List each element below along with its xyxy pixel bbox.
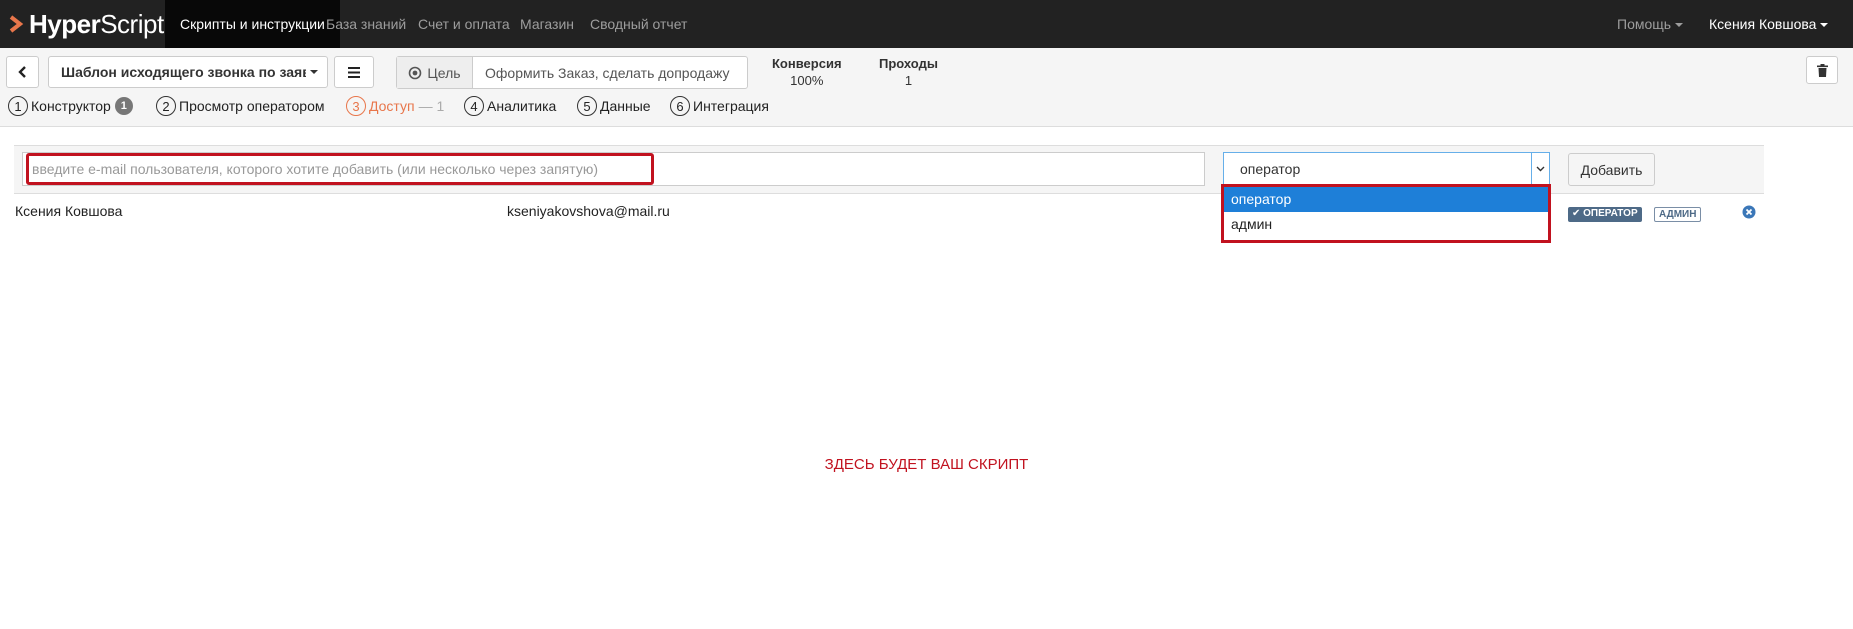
goal-field: Цель Оформить Заказ, сделать допродажу xyxy=(396,56,748,89)
step-number: 1 xyxy=(8,96,28,116)
step-number: 6 xyxy=(670,96,690,116)
caret-down-icon xyxy=(310,70,318,74)
template-select-button[interactable]: Шаблон исходящего звонка по заяв xyxy=(48,56,328,88)
passes-value: 1 xyxy=(904,73,913,88)
role-select[interactable]: оператор xyxy=(1223,152,1550,186)
tab-integration[interactable]: 6 Интеграция xyxy=(670,96,769,116)
user-menu[interactable]: Ксения Ковшова xyxy=(1694,0,1843,48)
delete-button[interactable] xyxy=(1806,56,1838,84)
caret-down-icon xyxy=(1675,23,1684,28)
passes-stat: Проходы 1 xyxy=(879,56,938,88)
step-number: 3 xyxy=(346,96,366,116)
user-menu-label: Ксения Ковшова xyxy=(1709,16,1817,32)
remove-user-icon[interactable] xyxy=(1742,205,1756,219)
goal-addon: Цель xyxy=(397,57,473,88)
caret-down-icon xyxy=(1820,23,1829,28)
step-extra: — 1 xyxy=(418,98,445,114)
help-label: Помощь xyxy=(1617,16,1672,32)
nav-summary-report[interactable]: Сводный отчет xyxy=(575,0,702,48)
brand-name: HyperScript xyxy=(29,8,164,39)
script-placeholder: ЗДЕСЬ БУДЕТ ВАШ СКРИПТ xyxy=(824,456,1029,473)
conversion-stat: Конверсия 100% xyxy=(772,56,842,88)
step-label: Аналитика xyxy=(487,98,557,114)
goal-input[interactable]: Оформить Заказ, сделать допродажу xyxy=(473,57,747,88)
role-option-operator[interactable]: оператор xyxy=(1224,187,1548,212)
step-badge: 1 xyxy=(114,97,133,115)
conversion-label: Конверсия xyxy=(772,56,842,71)
menu-button[interactable] xyxy=(334,56,374,88)
help-menu[interactable]: Помощь xyxy=(1602,0,1698,48)
add-user-button[interactable]: Добавить xyxy=(1568,153,1655,186)
step-number: 2 xyxy=(156,96,176,116)
top-navbar: HyperScript Скрипты и инструкции База зн… xyxy=(0,0,1853,48)
tab-data[interactable]: 5 Данные xyxy=(577,96,651,116)
target-icon xyxy=(409,66,422,79)
role-select-value: оператор xyxy=(1240,161,1301,177)
brand-logo[interactable]: HyperScript xyxy=(8,9,164,39)
step-number: 4 xyxy=(464,96,484,116)
chevron-right-icon xyxy=(9,15,24,33)
goal-label: Цель xyxy=(427,64,461,81)
chevron-down-icon[interactable] xyxy=(1531,153,1549,185)
admin-role-tag[interactable]: АДМИН xyxy=(1654,207,1702,222)
passes-label: Проходы xyxy=(879,56,938,71)
hamburger-icon xyxy=(348,66,360,78)
tab-operator-view[interactable]: 2 Просмотр оператором xyxy=(156,96,324,116)
step-label: Просмотр оператором xyxy=(179,98,325,114)
role-option-admin[interactable]: админ xyxy=(1224,212,1548,237)
user-row-email: kseniyakovshova@mail.ru xyxy=(507,203,670,219)
step-label: Данные xyxy=(600,98,651,114)
email-placeholder[interactable]: введите e-mail пользователя, которого хо… xyxy=(26,153,654,185)
tab-analytics[interactable]: 4 Аналитика xyxy=(464,96,556,116)
step-label: Доступ xyxy=(369,98,415,114)
tab-constructor[interactable]: 1 Конструктор 1 xyxy=(8,96,133,116)
tab-access[interactable]: 3 Доступ — 1 xyxy=(346,96,444,116)
step-number: 5 xyxy=(577,96,597,116)
arrow-left-icon xyxy=(17,66,26,78)
trash-icon xyxy=(1816,63,1828,77)
back-button[interactable] xyxy=(6,56,39,88)
template-name: Шаблон исходящего звонка по заяв xyxy=(61,64,306,80)
step-label: Интеграция xyxy=(693,98,769,114)
step-label: Конструктор xyxy=(31,98,111,114)
user-row-name: Ксения Ковшова xyxy=(15,203,123,219)
operator-role-tag[interactable]: ✔ ОПЕРАТОР xyxy=(1568,207,1642,222)
role-dropdown: оператор админ xyxy=(1221,184,1551,243)
conversion-value: 100% xyxy=(790,73,824,88)
